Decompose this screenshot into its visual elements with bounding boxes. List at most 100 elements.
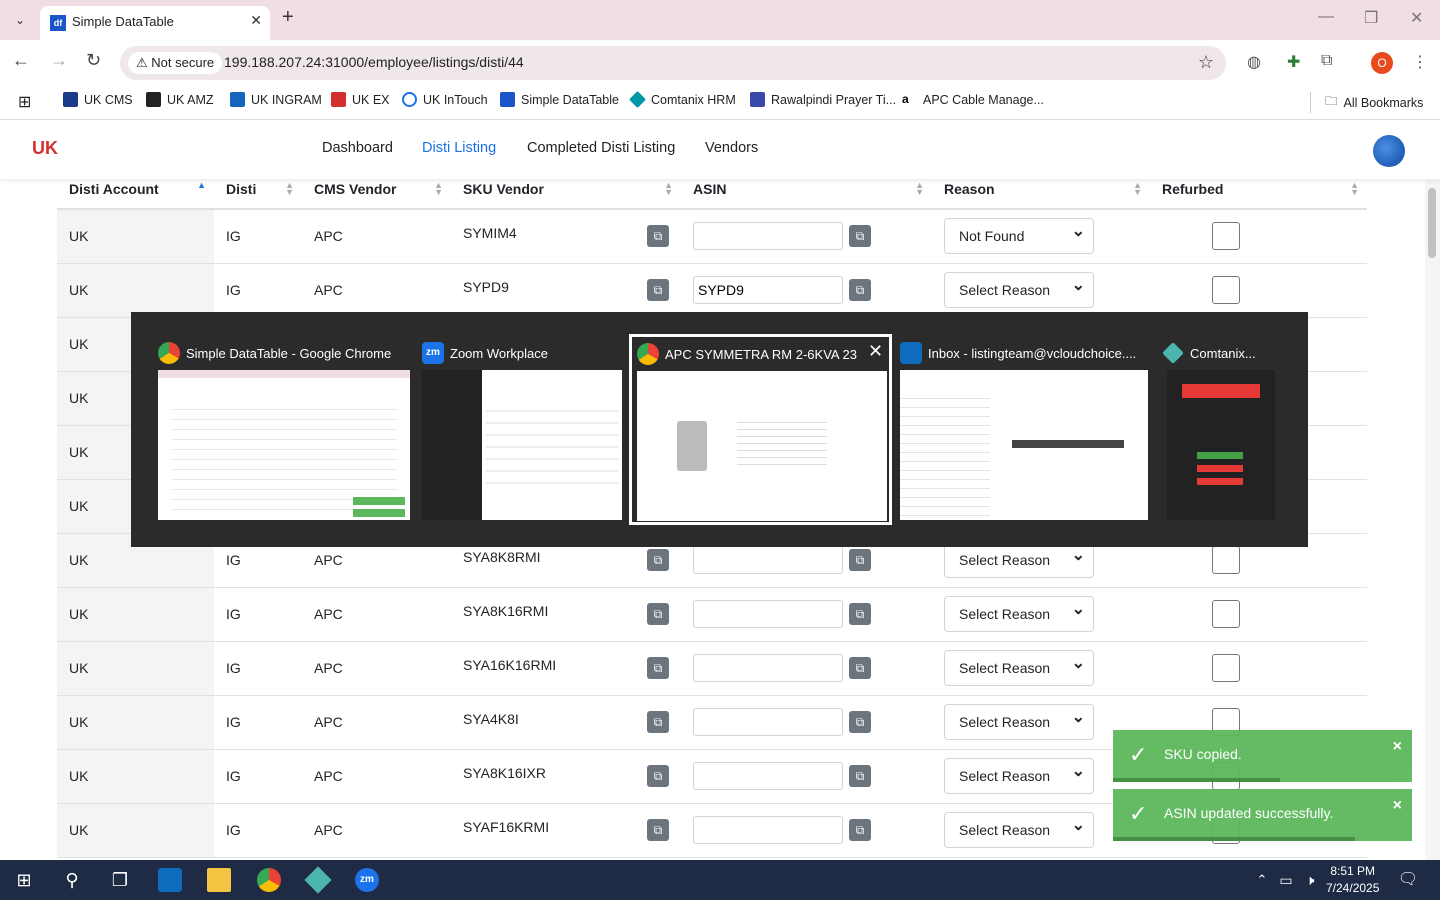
reason-select[interactable]: Select Reason [944,539,1094,578]
asin-input[interactable] [693,708,843,736]
chrome-menu-icon[interactable]: ⋮ [1412,52,1428,72]
asin-input[interactable] [693,546,843,574]
copy-sku-button[interactable]: ⧉ [647,279,669,301]
copy-asin-button[interactable]: ⧉ [849,549,871,571]
not-secure-chip[interactable]: ⚠ Not secure [128,52,223,74]
copy-asin-button[interactable]: ⧉ [849,765,871,787]
asin-input[interactable] [693,762,843,790]
switcher-window-datatable[interactable]: Simple DataTable - Google Chrome [158,336,410,521]
bookmark-uk-ex[interactable]: UK EX [331,92,390,107]
bookmark-prayer-times[interactable]: Rawalpindi Prayer Ti... [750,92,896,107]
nav-disti-listing[interactable]: Disti Listing [422,140,496,156]
nav-dashboard[interactable]: Dashboard [322,140,393,156]
cell-cms-vendor: APC [302,695,451,750]
all-bookmarks[interactable]: 🗀 All Bookmarks [1310,92,1423,113]
close-window-icon[interactable]: ✕ [868,341,883,362]
copy-asin-button[interactable]: ⧉ [849,657,871,679]
task-view-icon[interactable]: ❐ [108,868,132,892]
copy-asin-button[interactable]: ⧉ [849,819,871,841]
close-window-icon[interactable]: ✕ [1410,8,1423,28]
bookmark-apc-cable[interactable]: a APC Cable Manage... [902,92,1044,107]
translate-icon[interactable]: ◍ [1247,52,1261,72]
forward-icon[interactable]: → [50,50,68,71]
nav-vendors[interactable]: Vendors [705,140,758,156]
apps-grid-icon[interactable]: ⊞ [18,92,31,112]
zoom-taskbar-icon[interactable]: zm [355,868,379,892]
reason-select[interactable]: Select Reason [944,269,1094,308]
profile-avatar[interactable]: O [1371,52,1393,74]
refurbed-checkbox[interactable] [1212,276,1240,304]
bookmark-uk-intouch[interactable]: UK InTouch [402,92,488,107]
asin-input[interactable] [693,816,843,844]
new-tab-icon[interactable]: + [282,6,294,29]
reason-select[interactable]: Select Reason [944,647,1094,686]
network-icon[interactable]: ▭ [1274,868,1298,892]
tray-chevron-icon[interactable]: ⌃ [1250,868,1274,892]
asin-input[interactable] [693,654,843,682]
search-icon[interactable]: ⚲ [60,868,84,892]
copy-sku-button[interactable]: ⧉ [647,549,669,571]
bookmark-simple-datatable[interactable]: Simple DataTable [500,92,619,107]
extension-plus-icon[interactable]: ✚ [1287,52,1300,72]
back-icon[interactable]: ← [12,50,30,71]
copy-sku-button[interactable]: ⧉ [647,765,669,787]
omnibox[interactable]: ⚠ Not secure 199.188.207.24:31000/employ… [120,46,1226,80]
volume-muted-icon[interactable]: 🕨 [1298,868,1322,892]
copy-sku-button[interactable]: ⧉ [647,603,669,625]
bookmark-uk-ingram[interactable]: UK INGRAM [230,92,322,107]
cell-reason: Select Reason [932,587,1150,642]
restore-icon[interactable]: ❐ [1364,8,1378,28]
refurbed-checkbox[interactable] [1212,546,1240,574]
asin-input[interactable] [693,276,843,304]
switcher-window-apc-selected[interactable]: APC SYMMETRA RM 2-6KVA 230V... ✕ [629,334,892,525]
refurbed-checkbox[interactable] [1212,600,1240,628]
copy-sku-button[interactable]: ⧉ [647,657,669,679]
chrome-taskbar-icon[interactable] [257,868,281,892]
copy-asin-button[interactable]: ⧉ [849,225,871,248]
user-avatar[interactable] [1373,135,1405,167]
file-explorer-icon[interactable] [207,868,231,892]
reload-icon[interactable]: ↻ [86,50,101,71]
switcher-window-outlook[interactable]: Inbox - listingteam@vcloudchoice.... [900,336,1148,521]
refurbed-checkbox[interactable] [1212,654,1240,682]
page-scrollbar[interactable] [1425,180,1440,860]
refurbed-checkbox[interactable] [1212,222,1240,251]
bookmark-comtanix-hrm[interactable]: Comtanix HRM [629,91,736,108]
tab-close-icon[interactable]: ✕ [250,12,262,29]
copy-sku-button[interactable]: ⧉ [647,819,669,841]
browser-tab[interactable]: df Simple DataTable ✕ [40,6,270,40]
toast-close-icon[interactable]: × [1393,738,1402,756]
switcher-window-zoom[interactable]: zm Zoom Workplace [422,336,622,521]
asin-input[interactable] [693,600,843,628]
tab-search-chevron-icon[interactable]: ⌄ [8,8,32,32]
bookmark-uk-amz[interactable]: UK AMZ [146,92,214,107]
outlook-taskbar-icon[interactable] [158,868,182,892]
switcher-window-comtanix[interactable]: Comtanix... [1162,336,1275,521]
uk-logo[interactable]: UK [32,138,58,159]
bookmark-uk-cms[interactable]: UK CMS [63,92,133,107]
reason-select[interactable]: Select Reason [944,593,1094,632]
copy-asin-button[interactable]: ⧉ [849,711,871,733]
notifications-icon[interactable]: 🗨 [1396,868,1420,892]
copy-asin-button[interactable]: ⧉ [849,279,871,301]
copy-asin-button[interactable]: ⧉ [849,603,871,625]
reason-select[interactable]: Select Reason [944,809,1094,848]
minimize-icon[interactable]: — [1318,8,1334,26]
reason-select[interactable]: Select Reason [944,755,1094,794]
cell-asin: ⧉ [681,209,932,264]
start-windows-icon[interactable]: ⊞ [12,868,36,892]
reason-select[interactable]: Not Found [944,215,1094,255]
url-text[interactable]: 199.188.207.24:31000/employee/listings/d… [224,54,524,70]
nav-completed-disti-listing[interactable]: Completed Disti Listing [527,140,675,156]
comtanix-taskbar-icon[interactable] [304,866,332,894]
bookmark-star-icon[interactable]: ☆ [1198,52,1214,73]
reason-select[interactable]: Select Reason [944,701,1094,740]
scroll-thumb[interactable] [1428,188,1436,258]
toast-close-icon[interactable]: × [1393,797,1402,815]
system-clock[interactable]: 8:51 PM 7/24/2025 [1326,863,1379,897]
extensions-puzzle-icon[interactable]: ⧉ [1321,52,1332,70]
copy-sku-button[interactable]: ⧉ [647,225,669,248]
cell-disti-account: UK [57,209,214,264]
asin-input[interactable] [693,222,843,251]
copy-sku-button[interactable]: ⧉ [647,711,669,733]
